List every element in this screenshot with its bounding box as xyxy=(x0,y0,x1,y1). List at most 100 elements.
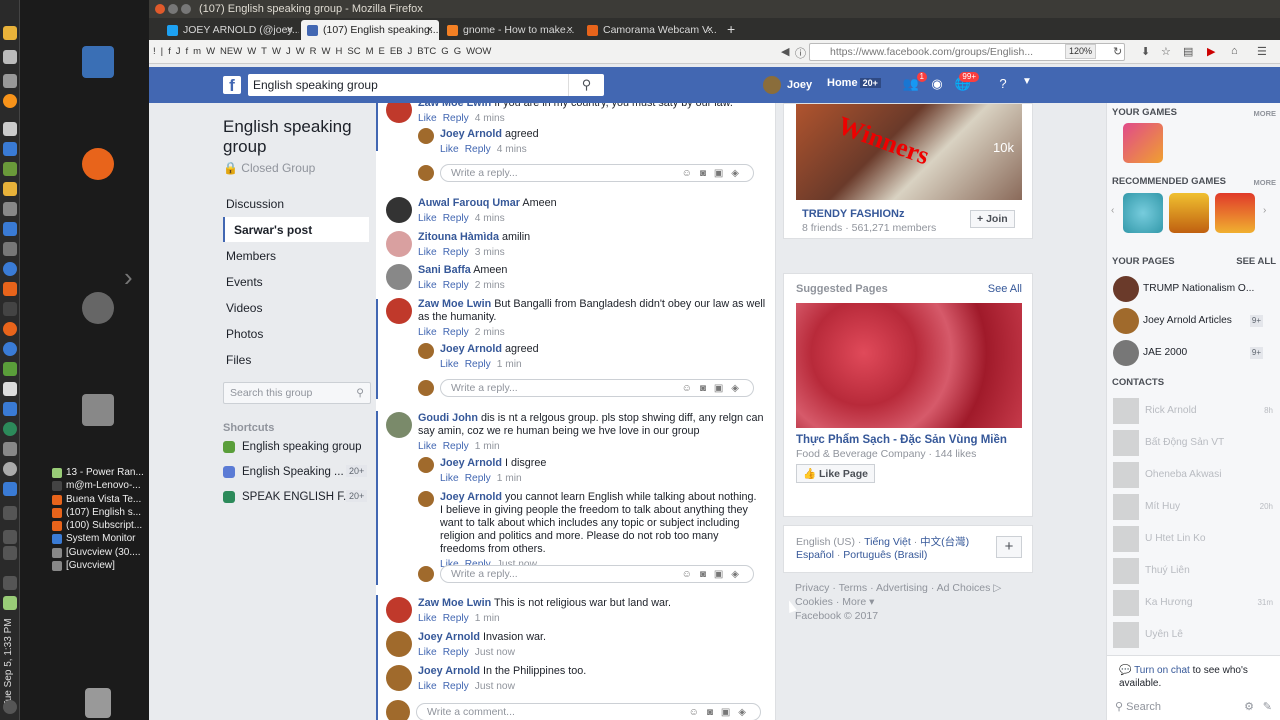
comment-time[interactable]: 1 min xyxy=(475,613,500,624)
coin-icon[interactable] xyxy=(3,26,17,40)
shot-icon[interactable] xyxy=(3,402,17,416)
nav-discussion[interactable]: Discussion xyxy=(223,191,369,216)
page-item[interactable]: Joey Arnold Articles 9+ xyxy=(1113,308,1263,334)
like-link[interactable]: Like xyxy=(440,473,459,484)
volume-icon[interactable] xyxy=(3,576,17,590)
firefox-icon[interactable] xyxy=(82,148,114,180)
commenter-name[interactable]: Goudi John xyxy=(418,412,478,424)
contact-item[interactable]: Bất Động Sản VT xyxy=(1113,430,1273,456)
reply-link[interactable]: Reply xyxy=(465,473,491,484)
commenter-name[interactable]: Sani Baffa xyxy=(418,264,471,276)
avatar[interactable] xyxy=(418,343,434,359)
bookmark-item[interactable]: T xyxy=(261,46,267,57)
page-cover-image[interactable] xyxy=(796,303,1022,428)
info-icon[interactable]: ⓘ xyxy=(795,45,806,61)
avatar[interactable] xyxy=(386,412,412,438)
group-name-link[interactable]: TRENDY FASHIONz xyxy=(802,208,904,220)
bookmark-item[interactable]: f xyxy=(186,46,189,57)
gear-icon[interactable]: ⚙ xyxy=(1244,700,1254,713)
bookmark-item[interactable]: G xyxy=(454,46,461,57)
star-icon[interactable]: ☆ xyxy=(1161,45,1171,58)
editor-icon[interactable] xyxy=(3,122,17,136)
like-link[interactable]: Like xyxy=(418,213,437,224)
reply-link[interactable]: Reply xyxy=(443,213,469,224)
ubuntu-icon[interactable] xyxy=(3,322,17,336)
contact-item[interactable]: Rick Arnold 8h xyxy=(1113,398,1273,424)
reply-link[interactable]: Reply xyxy=(443,681,469,692)
bookmark-item[interactable]: G xyxy=(441,46,448,57)
commenter-name[interactable]: Joey Arnold xyxy=(418,665,480,677)
reply-link[interactable]: Reply xyxy=(465,144,491,155)
tab-stackexchange[interactable]: gnome - How to make... × xyxy=(441,20,579,40)
lang-english[interactable]: English (US) xyxy=(796,536,855,548)
avatar[interactable] xyxy=(386,103,412,123)
new-tab-button[interactable]: + xyxy=(727,20,735,38)
back-icon[interactable]: ◀ xyxy=(781,45,789,58)
bookmark-item[interactable]: E xyxy=(379,46,385,57)
home-link[interactable]: Home 20+ xyxy=(827,77,881,89)
bitcoin-icon[interactable] xyxy=(3,94,17,108)
wifi-icon[interactable] xyxy=(3,546,17,560)
comment-time[interactable]: 2 mins xyxy=(475,280,505,291)
bookmark-item[interactable]: f xyxy=(168,46,171,57)
like-link[interactable]: Like xyxy=(418,681,437,692)
close-icon[interactable]: × xyxy=(287,20,293,40)
bookmark-item[interactable]: J xyxy=(176,46,181,57)
drive-icon[interactable] xyxy=(82,394,114,426)
notifications-icon[interactable]: 🌐 99+ xyxy=(953,72,979,94)
like-link[interactable]: Like xyxy=(440,144,459,155)
page-item[interactable]: TRUMP Nationalism O... xyxy=(1113,276,1263,302)
drive-icon[interactable] xyxy=(3,442,17,456)
reader-icon[interactable]: ▤ xyxy=(1183,45,1193,58)
bookmark-item[interactable]: H xyxy=(336,46,343,57)
task-item[interactable]: System Monitor xyxy=(50,532,150,545)
like-link[interactable]: Like xyxy=(418,613,437,624)
shortcut-item[interactable]: English speaking group xyxy=(223,435,369,459)
comment-time[interactable]: 1 min xyxy=(475,441,500,452)
nav-events[interactable]: Events xyxy=(223,269,369,294)
more-link[interactable]: More xyxy=(842,596,866,608)
zoom-level[interactable]: 120% xyxy=(1065,44,1097,59)
join-button[interactable]: + Join xyxy=(970,210,1015,228)
reply-link[interactable]: Reply xyxy=(443,441,469,452)
monitor-icon[interactable] xyxy=(3,242,17,256)
chevron-left-icon[interactable]: ‹ xyxy=(1111,205,1114,216)
bookmark-item[interactable]: m xyxy=(193,46,201,57)
download-icon[interactable] xyxy=(3,530,17,544)
calc-icon[interactable] xyxy=(3,142,17,156)
candy-crush-icon[interactable] xyxy=(1123,123,1163,163)
like-link[interactable]: Like xyxy=(418,280,437,291)
reply-input[interactable]: Write a reply... ☺◙▣◈ xyxy=(440,164,754,182)
like-page-button[interactable]: 👍 Like Page xyxy=(796,464,876,483)
bookmark-item[interactable]: W xyxy=(296,46,305,57)
task-item[interactable]: [Guvcview (30.... xyxy=(50,546,150,559)
bookmark-item[interactable]: J xyxy=(408,46,413,57)
contact-item[interactable]: Uyên Lê xyxy=(1113,622,1273,648)
emoji-camera-gif-sticker-icons[interactable]: ☺◙▣◈ xyxy=(682,381,747,397)
task-item[interactable]: Buena Vista Te... xyxy=(50,493,150,506)
ad-choices-link[interactable]: Ad Choices xyxy=(937,582,991,594)
terminal-icon[interactable] xyxy=(3,302,17,316)
friend-requests-icon[interactable]: 👥 1 xyxy=(901,72,927,94)
tab-twitter[interactable]: JOEY ARNOLD (@joey... × xyxy=(161,20,299,40)
chat-icon[interactable] xyxy=(3,422,17,436)
nav-photos[interactable]: Photos xyxy=(223,321,369,346)
bluetooth-icon[interactable] xyxy=(3,506,17,520)
advertising-link[interactable]: Advertising xyxy=(876,582,928,594)
chevron-right-icon[interactable]: › xyxy=(1263,205,1266,216)
comment-time[interactable]: 2 mins xyxy=(475,327,505,338)
disc-icon[interactable] xyxy=(82,292,114,324)
group-title[interactable]: English speaking group xyxy=(223,117,369,157)
facebook-logo-icon[interactable]: f xyxy=(223,76,241,95)
tab-facebook[interactable]: (107) English speaking... × xyxy=(301,20,439,40)
bookmark-item[interactable]: M xyxy=(366,46,374,57)
avatar[interactable] xyxy=(386,597,412,623)
close-icon[interactable]: × xyxy=(707,20,713,40)
bookmark-item[interactable]: SC xyxy=(347,46,360,57)
home-icon[interactable]: ⌂ xyxy=(1231,45,1238,57)
emoji-camera-gif-sticker-icons[interactable]: ☺◙▣◈ xyxy=(682,567,747,583)
bookmark-item[interactable]: W xyxy=(247,46,256,57)
lang-portuguese[interactable]: Português (Brasil) xyxy=(843,549,927,561)
tab-camorama[interactable]: Camorama Webcam V... × xyxy=(581,20,719,40)
avatar[interactable] xyxy=(386,264,412,290)
